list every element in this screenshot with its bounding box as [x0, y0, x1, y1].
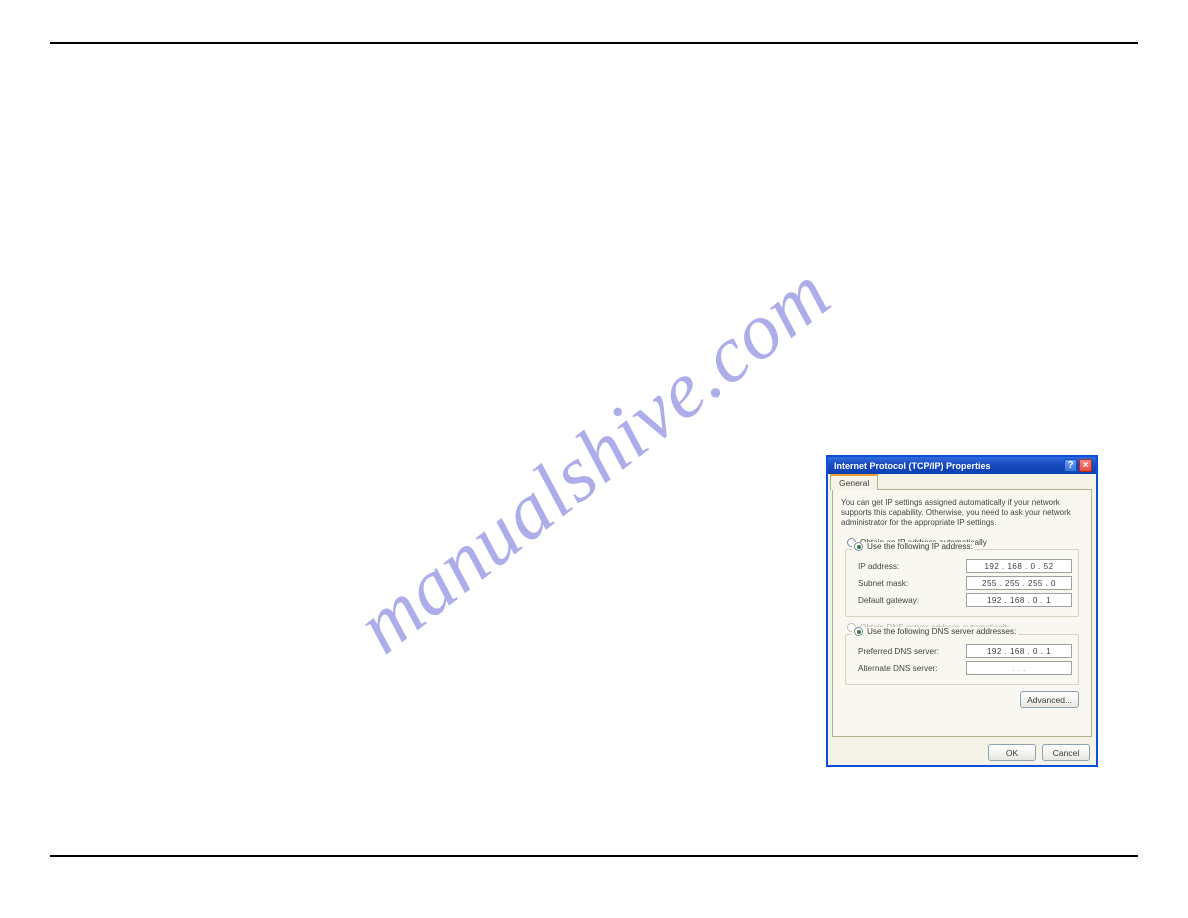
intro-text: You can get IP settings assigned automat…: [841, 498, 1083, 528]
radio-use-following-dns[interactable]: Use the following DNS server addresses:: [852, 627, 1018, 636]
dialog-title: Internet Protocol (TCP/IP) Properties: [834, 461, 991, 471]
ip-address-input[interactable]: 192 . 168 . 0 . 52: [966, 559, 1072, 573]
tcpip-properties-dialog: Internet Protocol (TCP/IP) Properties ? …: [826, 455, 1098, 767]
subnet-mask-label: Subnet mask:: [858, 579, 908, 588]
general-panel: You can get IP settings assigned automat…: [832, 489, 1092, 737]
watermark-text: manualshive.com: [340, 248, 847, 672]
subnet-mask-input[interactable]: 255 . 255 . 255 . 0: [966, 576, 1072, 590]
alternate-dns-input[interactable]: . . .: [966, 661, 1072, 675]
titlebar[interactable]: Internet Protocol (TCP/IP) Properties ? …: [828, 457, 1096, 474]
dns-groupbox: Use the following DNS server addresses: …: [845, 634, 1079, 685]
help-icon[interactable]: ?: [1064, 459, 1077, 472]
rule-top: [50, 42, 1138, 44]
ok-button[interactable]: OK: [988, 744, 1036, 761]
ip-groupbox: Use the following IP address: IP address…: [845, 549, 1079, 617]
radio-label: Use the following DNS server addresses:: [867, 627, 1016, 636]
cancel-button[interactable]: Cancel: [1042, 744, 1090, 761]
preferred-dns-label: Preferred DNS server:: [858, 647, 939, 656]
alternate-dns-label: Alternate DNS server:: [858, 664, 938, 673]
tab-general[interactable]: General: [830, 474, 878, 490]
default-gateway-label: Default gateway:: [858, 596, 919, 605]
rule-bottom: [50, 855, 1138, 857]
advanced-button[interactable]: Advanced...: [1020, 691, 1079, 708]
radio-icon: [854, 627, 863, 636]
ip-address-label: IP address:: [858, 562, 899, 571]
close-icon[interactable]: ×: [1079, 459, 1092, 472]
radio-use-following-ip[interactable]: Use the following IP address:: [852, 542, 975, 551]
preferred-dns-input[interactable]: 192 . 168 . 0 . 1: [966, 644, 1072, 658]
radio-label: Use the following IP address:: [867, 542, 973, 551]
radio-icon: [854, 542, 863, 551]
default-gateway-input[interactable]: 192 . 168 . 0 . 1: [966, 593, 1072, 607]
